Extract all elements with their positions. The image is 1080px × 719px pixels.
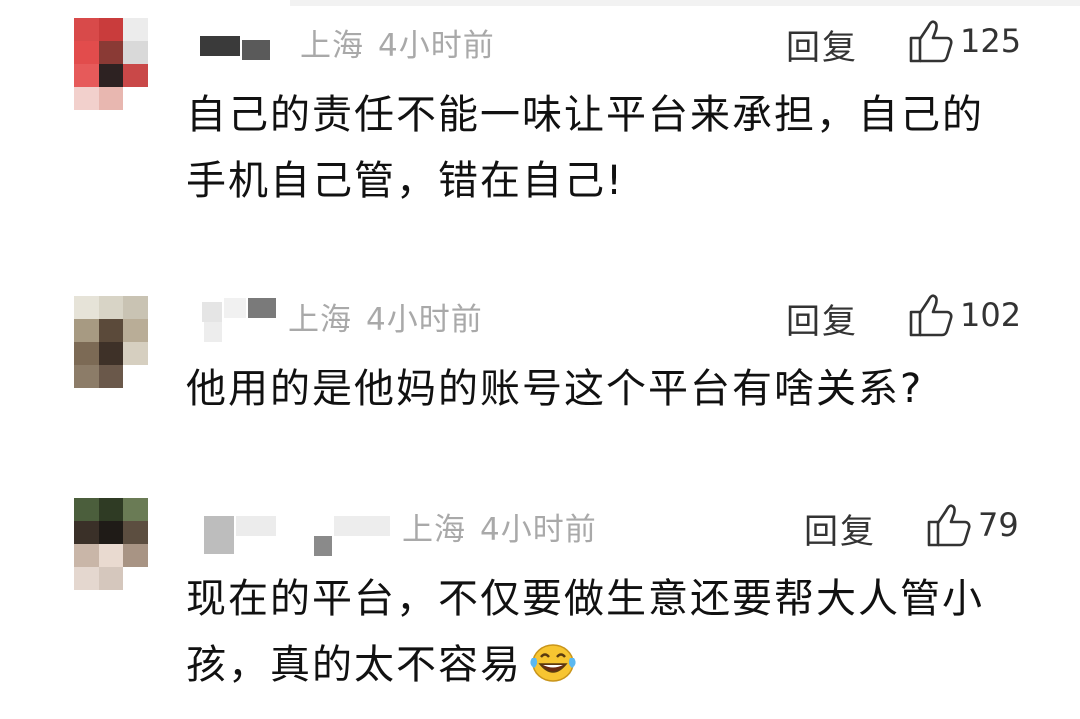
reply-button[interactable]: 回复 bbox=[786, 20, 858, 69]
username-blurred[interactable] bbox=[314, 536, 332, 556]
comment-text: 他用的是他妈的账号这个平台有啥关系? bbox=[186, 366, 924, 412]
thumbs-up-icon bbox=[909, 294, 953, 337]
like-count: 102 bbox=[960, 296, 1022, 334]
timestamp: 4小时前 bbox=[378, 28, 495, 64]
avatar[interactable] bbox=[74, 498, 148, 590]
thumbs-up-icon bbox=[909, 20, 953, 63]
timestamp: 4小时前 bbox=[480, 512, 597, 548]
like-count: 125 bbox=[960, 22, 1022, 60]
location: 上海 bbox=[300, 28, 364, 64]
divider bbox=[290, 0, 1080, 6]
comment-meta: 上海 4小时前 bbox=[300, 20, 495, 65]
comment-text: 现在的平台，不仅要做生意还要帮大人管小孩，真的太不容易 bbox=[186, 566, 1006, 704]
comment-meta: 上海 4小时前 bbox=[402, 504, 597, 549]
username-blurred[interactable] bbox=[204, 322, 222, 342]
location: 上海 bbox=[288, 302, 352, 338]
timestamp: 4小时前 bbox=[366, 302, 483, 338]
username-blurred[interactable] bbox=[202, 302, 222, 322]
comment-text: 自己的责任不能一味让平台来承担，自己的手机自己管，错在自己! bbox=[186, 92, 984, 204]
comment-meta: 上海 4小时前 bbox=[288, 294, 483, 339]
reply-button[interactable]: 回复 bbox=[786, 294, 858, 343]
like-button[interactable]: 79 bbox=[926, 502, 1019, 548]
laughing-tears-emoji-icon bbox=[528, 638, 578, 704]
username-blurred[interactable] bbox=[248, 298, 276, 318]
avatar[interactable] bbox=[74, 18, 148, 110]
username-blurred[interactable] bbox=[204, 516, 234, 554]
username-blurred[interactable] bbox=[224, 298, 246, 318]
like-count: 79 bbox=[978, 506, 1019, 544]
comment-text-content: 现在的平台，不仅要做生意还要帮大人管小孩，真的太不容易 bbox=[186, 576, 984, 688]
username-blurred[interactable] bbox=[242, 40, 270, 60]
like-button[interactable]: 102 bbox=[908, 292, 1021, 338]
like-button[interactable]: 125 bbox=[908, 18, 1021, 64]
avatar[interactable] bbox=[74, 296, 148, 388]
username-blurred[interactable] bbox=[236, 516, 276, 536]
comment-list: 上海 4小时前 回复 125 自己的责任不能一味让平台来承担，自己的手机自己管，错… bbox=[0, 0, 1080, 719]
username-blurred[interactable] bbox=[200, 36, 240, 56]
thumbs-up-icon bbox=[927, 504, 971, 547]
location: 上海 bbox=[402, 512, 466, 548]
reply-button[interactable]: 回复 bbox=[804, 504, 876, 553]
username-blurred[interactable] bbox=[334, 516, 390, 536]
